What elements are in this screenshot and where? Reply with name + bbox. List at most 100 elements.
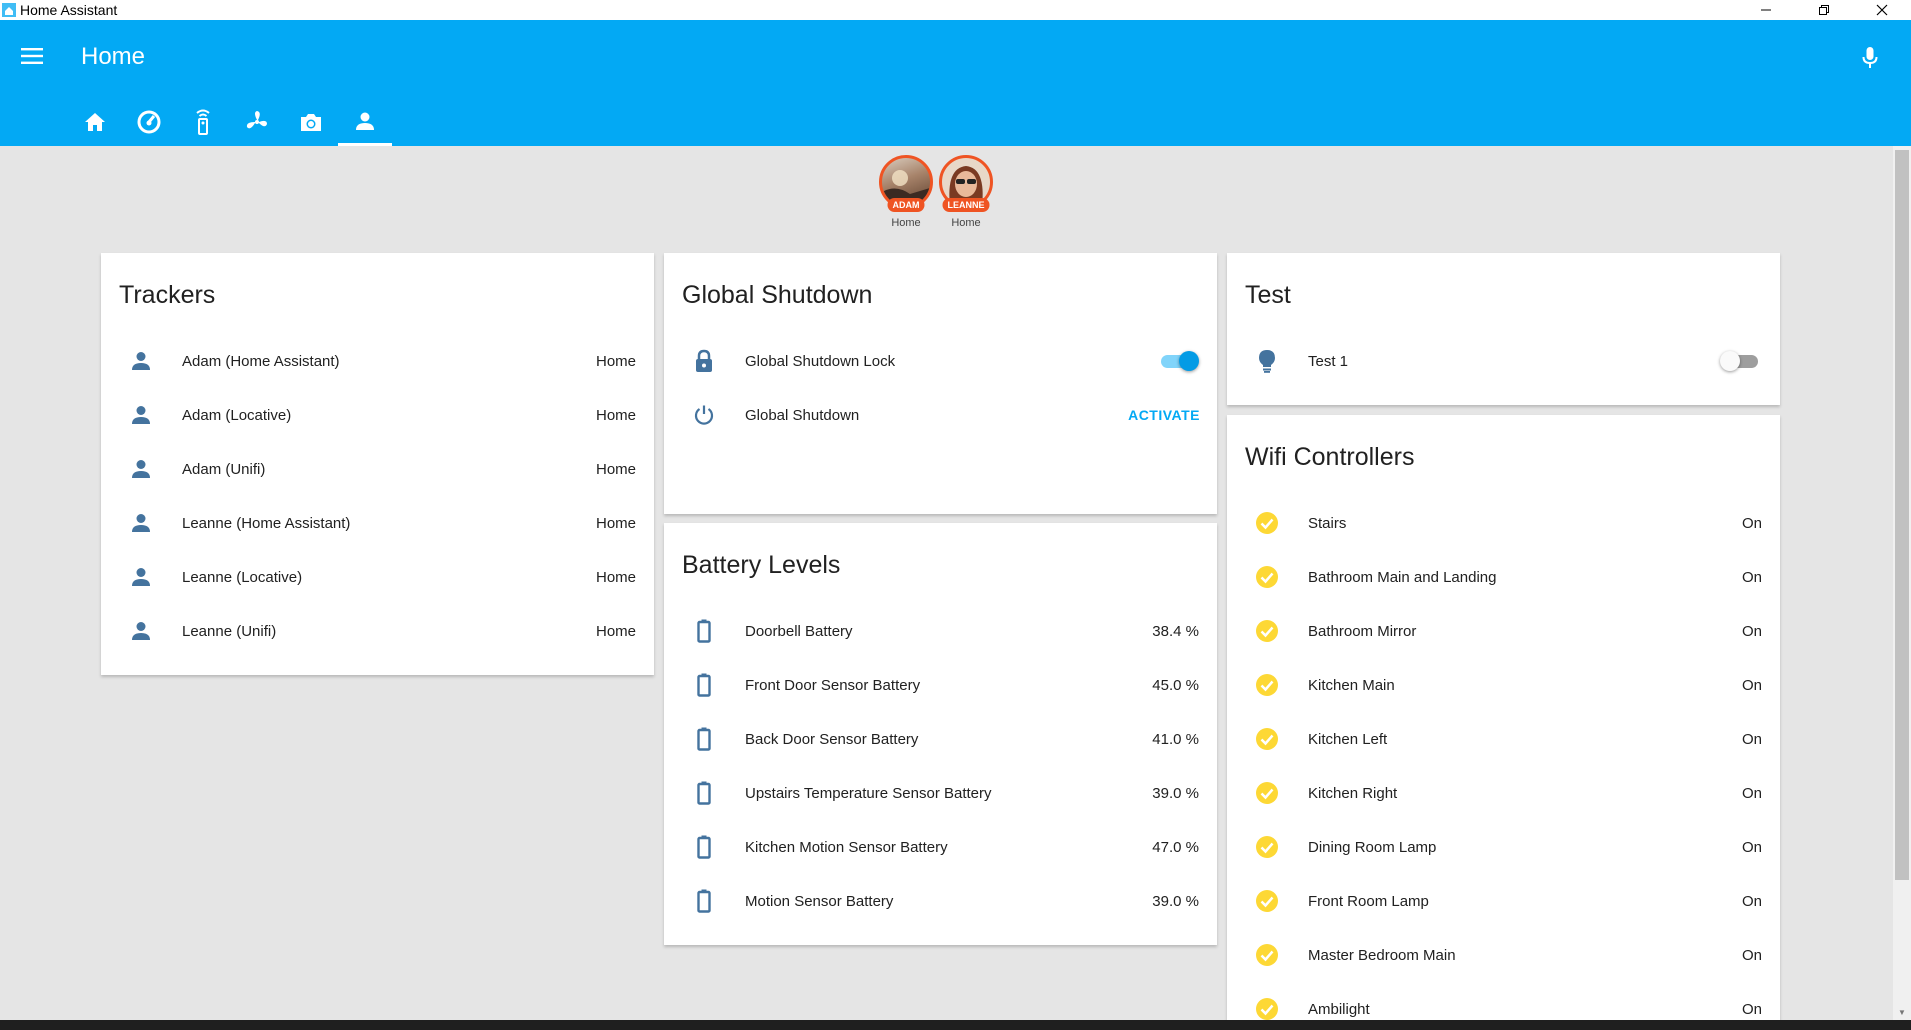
close-window-button[interactable]: [1853, 0, 1911, 20]
speedometer-icon: [137, 110, 161, 133]
entity-name: Stairs: [1308, 514, 1347, 532]
entity-name: Upstairs Temperature Sensor Battery: [745, 784, 992, 802]
entity-name: Kitchen Motion Sensor Battery: [745, 838, 948, 856]
entity-name: Adam (Locative): [182, 406, 292, 424]
global-shutdown-lock-toggle[interactable]: [1157, 351, 1199, 371]
tracker-row[interactable]: Adam (Unifi) Home: [101, 442, 654, 496]
test-1-toggle[interactable]: [1720, 351, 1762, 371]
battery-icon: [688, 723, 720, 755]
scroll-down-arrow-icon[interactable]: ▼: [1893, 1004, 1911, 1020]
wifi-controller-row[interactable]: Bathroom Main and Landing On: [1227, 550, 1780, 604]
entity-state: 39.0 %: [1152, 784, 1199, 802]
entity-state: On: [1741, 676, 1762, 694]
entity-state: 47.0 %: [1152, 838, 1199, 856]
entity-name: Leanne (Unifi): [182, 622, 277, 640]
entity-state: On: [1741, 622, 1762, 640]
entity-state: 41.0 %: [1152, 730, 1199, 748]
entity-name: Motion Sensor Battery: [745, 892, 894, 910]
home-assistant-logo-icon: [2, 3, 16, 17]
wifi-controller-row[interactable]: Kitchen Left On: [1227, 712, 1780, 766]
entity-name: Bathroom Main and Landing: [1308, 568, 1497, 586]
battery-row[interactable]: Doorbell Battery 38.4 %: [664, 604, 1217, 658]
test-1-row[interactable]: Test 1: [1227, 334, 1780, 388]
battery-row[interactable]: Motion Sensor Battery 39.0 %: [664, 874, 1217, 928]
battery-icon: [688, 831, 720, 863]
tab-people[interactable]: [338, 97, 392, 146]
check-circle-icon: [1251, 777, 1283, 809]
card-title: Battery Levels: [682, 551, 841, 579]
entity-state: 39.0 %: [1152, 892, 1199, 910]
entity-state: On: [1741, 946, 1762, 964]
entity-name: Global Shutdown: [745, 406, 860, 424]
entity-name: Test 1: [1308, 352, 1349, 370]
entity-name: Master Bedroom Main: [1308, 946, 1456, 964]
wifi-controller-row[interactable]: Stairs On: [1227, 496, 1780, 550]
wifi-controller-row[interactable]: Bathroom Mirror On: [1227, 604, 1780, 658]
card-title: Trackers: [119, 281, 216, 309]
entity-name: Global Shutdown Lock: [745, 352, 896, 370]
tracker-row[interactable]: Adam (Home Assistant) Home: [101, 334, 654, 388]
minimize-button[interactable]: [1737, 0, 1795, 20]
wifi-controller-row[interactable]: Kitchen Main On: [1227, 658, 1780, 712]
battery-row[interactable]: Kitchen Motion Sensor Battery 47.0 %: [664, 820, 1217, 874]
view-tabs: [68, 97, 392, 146]
battery-row[interactable]: Back Door Sensor Battery 41.0 %: [664, 712, 1217, 766]
tracker-row[interactable]: Leanne (Unifi) Home: [101, 604, 654, 658]
window-titlebar: Home Assistant: [0, 0, 1911, 20]
entity-name: Front Door Sensor Battery: [745, 676, 921, 694]
global-shutdown-card: Global Shutdown Global Shutdown Lock Glo…: [664, 253, 1217, 514]
power-icon: [688, 399, 720, 431]
page-scrollbar[interactable]: ▲ ▼: [1893, 146, 1911, 1020]
person-icon: [125, 345, 157, 377]
tab-fan[interactable]: [230, 97, 284, 146]
battery-icon: [688, 777, 720, 809]
tab-remote[interactable]: [176, 97, 230, 146]
battery-icon: [688, 885, 720, 917]
entity-name: Back Door Sensor Battery: [745, 730, 919, 748]
menu-button[interactable]: [18, 42, 46, 70]
card-title: Test: [1245, 281, 1291, 309]
entity-state: Home: [595, 622, 636, 640]
wifi-controller-row[interactable]: Master Bedroom Main On: [1227, 928, 1780, 982]
battery-row[interactable]: Upstairs Temperature Sensor Battery 39.0 …: [664, 766, 1217, 820]
battery-icon: [688, 669, 720, 701]
global-shutdown-lock-row[interactable]: Global Shutdown Lock: [664, 334, 1217, 388]
check-circle-icon: [1251, 723, 1283, 755]
entity-state: 38.4 %: [1152, 622, 1199, 640]
taskbar: [0, 1020, 1911, 1030]
entity-name: Kitchen Right: [1308, 784, 1398, 802]
badge-leanne[interactable]: LEANNE Home: [936, 155, 996, 229]
microphone-icon: [1862, 47, 1878, 68]
camera-icon: [301, 113, 321, 131]
tab-home[interactable]: [68, 97, 122, 146]
check-circle-icon: [1251, 615, 1283, 647]
tab-speedometer[interactable]: [122, 97, 176, 146]
restore-button[interactable]: [1795, 0, 1853, 20]
card-title: Wifi Controllers: [1245, 443, 1415, 471]
battery-row[interactable]: Front Door Sensor Battery 45.0 %: [664, 658, 1217, 712]
voice-command-button[interactable]: [1856, 44, 1884, 72]
entity-state: On: [1741, 568, 1762, 586]
check-circle-icon: [1251, 561, 1283, 593]
tracker-row[interactable]: Leanne (Locative) Home: [101, 550, 654, 604]
menu-icon: [21, 48, 43, 64]
tracker-row[interactable]: Leanne (Home Assistant) Home: [101, 496, 654, 550]
scrollbar-thumb[interactable]: [1895, 150, 1909, 880]
wifi-controller-row[interactable]: Front Room Lamp On: [1227, 874, 1780, 928]
badge-state: Home: [891, 217, 921, 229]
tracker-row[interactable]: Adam (Locative) Home: [101, 388, 654, 442]
person-icon: [125, 561, 157, 593]
check-circle-icon: [1251, 831, 1283, 863]
badge-adam[interactable]: ADAM Home: [876, 155, 936, 229]
wifi-controller-row[interactable]: Dining Room Lamp On: [1227, 820, 1780, 874]
badge-label: ADAM: [887, 198, 925, 212]
entity-state: On: [1741, 1000, 1762, 1018]
wifi-controller-row[interactable]: Kitchen Right On: [1227, 766, 1780, 820]
activate-button[interactable]: ACTIVATE: [1128, 407, 1200, 423]
person-icon: [125, 453, 157, 485]
tab-camera[interactable]: [284, 97, 338, 146]
page-title: Home: [81, 43, 146, 70]
check-circle-icon: [1251, 885, 1283, 917]
entity-name: Ambilight: [1308, 1000, 1370, 1018]
entity-state: On: [1741, 838, 1762, 856]
